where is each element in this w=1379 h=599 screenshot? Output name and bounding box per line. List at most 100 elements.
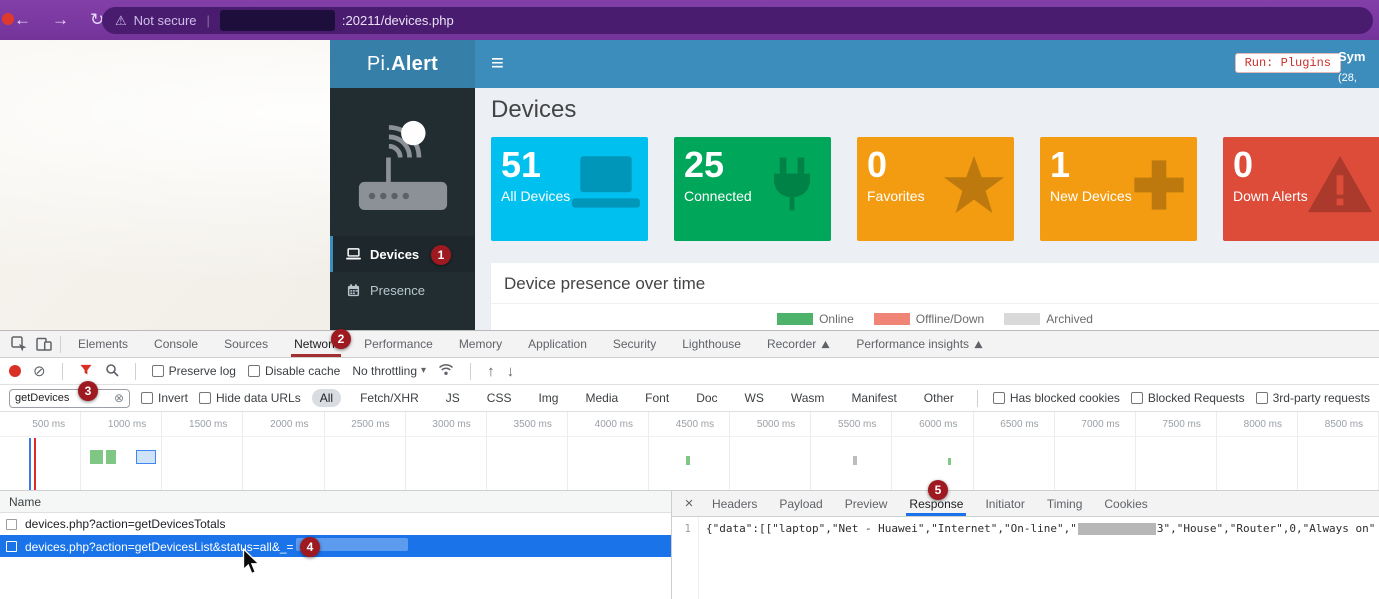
- tab-label: Recorder: [767, 337, 816, 351]
- laptop-icon: [570, 153, 642, 220]
- details-tab-preview[interactable]: Preview: [834, 491, 899, 516]
- devtools-tab-memory[interactable]: Memory: [446, 331, 515, 357]
- close-icon[interactable]: ×: [677, 495, 701, 512]
- timeline-tick: 7500 ms: [1136, 412, 1217, 490]
- details-tab-timing[interactable]: Timing: [1036, 491, 1094, 516]
- annotation-badge-5: 5: [928, 480, 948, 500]
- request-row-selected[interactable]: devices.php?action=getDevicesList&status…: [0, 535, 671, 557]
- domcontentloaded-marker: [29, 438, 31, 490]
- run-plugins-button[interactable]: Run: Plugins: [1235, 53, 1341, 73]
- invert-checkbox[interactable]: Invert: [141, 391, 188, 405]
- search-icon[interactable]: [105, 363, 119, 380]
- recording-indicator-icon: [2, 13, 14, 25]
- devtools-tab-recorder[interactable]: Recorder: [754, 331, 843, 357]
- plug-icon: [759, 153, 825, 220]
- annotation-badge-1: 1: [431, 245, 451, 265]
- sidebar-toggle-icon[interactable]: ≡: [491, 50, 504, 76]
- throttling-dropdown[interactable]: No throttling ▾: [352, 364, 426, 378]
- sidebar-item-presence[interactable]: Presence: [330, 272, 475, 308]
- inspect-element-icon[interactable]: [6, 336, 31, 352]
- filter-input[interactable]: getDevices ⊗: [9, 389, 130, 408]
- devtools-tab-lighthouse[interactable]: Lighthouse: [669, 331, 754, 357]
- timeline-tick: 3000 ms: [406, 412, 487, 490]
- preserve-log-checkbox[interactable]: Preserve log: [152, 364, 236, 378]
- timeline-tick: 500 ms: [0, 412, 81, 490]
- devtools-tab-sources[interactable]: Sources: [211, 331, 281, 357]
- devtools-tab-console[interactable]: Console: [141, 331, 211, 357]
- network-toolbar: ⊘ Preserve log Disable cache No: [0, 358, 1379, 385]
- hide-data-urls-checkbox[interactable]: Hide data URLs: [199, 391, 301, 405]
- details-tab-payload[interactable]: Payload: [768, 491, 833, 516]
- navbar-user-info[interactable]: Sym (28,: [1338, 47, 1378, 87]
- stat-new-devices[interactable]: 1 New Devices: [1040, 137, 1197, 241]
- filter-pill-wasm[interactable]: Wasm: [783, 389, 833, 407]
- stat-all-devices[interactable]: 51 All Devices: [491, 137, 648, 241]
- filter-pill-fetch-xhr[interactable]: Fetch/XHR: [352, 389, 427, 407]
- devtools-tab-application[interactable]: Application: [515, 331, 600, 357]
- devtools-panel: Elements Console Sources Network Perform…: [0, 330, 1379, 599]
- blocked-requests-checkbox[interactable]: Blocked Requests: [1131, 391, 1245, 405]
- details-tab-headers[interactable]: Headers: [701, 491, 768, 516]
- star-icon: [940, 153, 1008, 222]
- timeline-tick: 8000 ms: [1217, 412, 1298, 490]
- legend-label: Online: [819, 312, 854, 326]
- filter-pill-doc[interactable]: Doc: [688, 389, 725, 407]
- devtools-tab-performance[interactable]: Performance: [351, 331, 446, 357]
- response-viewer[interactable]: 1 {"data":[["laptop","Net - Huawei","Int…: [672, 517, 1379, 599]
- has-blocked-cookies-checkbox[interactable]: Has blocked cookies: [993, 391, 1120, 405]
- export-har-icon[interactable]: ↓: [507, 364, 515, 379]
- sidebar-item-devices[interactable]: Devices: [330, 236, 475, 272]
- filter-pill-js[interactable]: JS: [438, 389, 468, 407]
- warning-triangle-icon: [1306, 153, 1374, 220]
- timeline-tick: 3500 ms: [487, 412, 568, 490]
- request-activity-bar: [948, 458, 951, 465]
- filter-pill-other[interactable]: Other: [916, 389, 962, 407]
- address-bar[interactable]: ⚠ Not secure | :20211/devices.php: [102, 7, 1373, 34]
- pialert-logo[interactable]: Pi.Alert: [330, 40, 475, 88]
- stat-connected[interactable]: 25 Connected: [674, 137, 831, 241]
- disable-cache-checkbox[interactable]: Disable cache: [248, 364, 340, 378]
- record-network-log-icon[interactable]: [9, 365, 21, 377]
- back-icon[interactable]: ←: [14, 10, 31, 30]
- network-overview-timeline[interactable]: 500 ms 1000 ms 1500 ms 2000 ms 2500 ms 3…: [0, 412, 1379, 491]
- request-checkbox[interactable]: [6, 519, 17, 530]
- redacted-response: [1078, 523, 1156, 535]
- stat-down-alerts[interactable]: 0 Down Alerts: [1223, 137, 1379, 241]
- stat-favorites[interactable]: 0 Favorites: [857, 137, 1014, 241]
- device-toolbar-icon[interactable]: [31, 336, 56, 352]
- requests-name-header[interactable]: Name: [0, 491, 671, 513]
- timeline-tick: 6000 ms: [892, 412, 973, 490]
- request-row[interactable]: devices.php?action=getDevicesTotals: [0, 513, 671, 535]
- legend-swatch: [874, 313, 910, 325]
- timeline-tick: 5500 ms: [811, 412, 892, 490]
- divider: [62, 363, 63, 380]
- devtools-tab-performance-insights[interactable]: Performance insights: [843, 331, 996, 357]
- legend-online[interactable]: Online: [777, 312, 854, 326]
- checkbox-box: [1131, 392, 1143, 404]
- forward-icon[interactable]: →: [52, 10, 69, 30]
- legend-archived[interactable]: Archived: [1004, 312, 1093, 326]
- legend-offline-down[interactable]: Offline/Down: [874, 312, 984, 326]
- devtools-tab-elements[interactable]: Elements: [65, 331, 141, 357]
- filter-pill-media[interactable]: Media: [577, 389, 626, 407]
- filter-pill-all[interactable]: All: [312, 389, 341, 407]
- line-number-gutter: 1: [672, 517, 699, 599]
- timeline-tick: 7000 ms: [1055, 412, 1136, 490]
- devtools-tab-security[interactable]: Security: [600, 331, 669, 357]
- details-tab-initiator[interactable]: Initiator: [974, 491, 1035, 516]
- filter-icon[interactable]: [79, 363, 93, 379]
- filter-pill-ws[interactable]: WS: [737, 389, 772, 407]
- third-party-requests-checkbox[interactable]: 3rd-party requests: [1256, 391, 1370, 405]
- clear-network-log-icon[interactable]: ⊘: [33, 364, 46, 379]
- filter-pill-manifest[interactable]: Manifest: [843, 389, 904, 407]
- filter-pill-img[interactable]: Img: [530, 389, 566, 407]
- clear-filter-icon[interactable]: ⊗: [114, 391, 124, 405]
- details-tab-cookies[interactable]: Cookies: [1093, 491, 1158, 516]
- filter-pill-css[interactable]: CSS: [479, 389, 520, 407]
- response-text: {"data":[["laptop","Net - Huawei","Inter…: [706, 522, 1077, 535]
- filter-pill-font[interactable]: Font: [637, 389, 677, 407]
- import-har-icon[interactable]: ↑: [487, 364, 495, 379]
- logo-prefix: Pi.: [367, 53, 391, 76]
- request-checkbox[interactable]: [6, 541, 17, 552]
- network-conditions-icon[interactable]: [438, 363, 454, 379]
